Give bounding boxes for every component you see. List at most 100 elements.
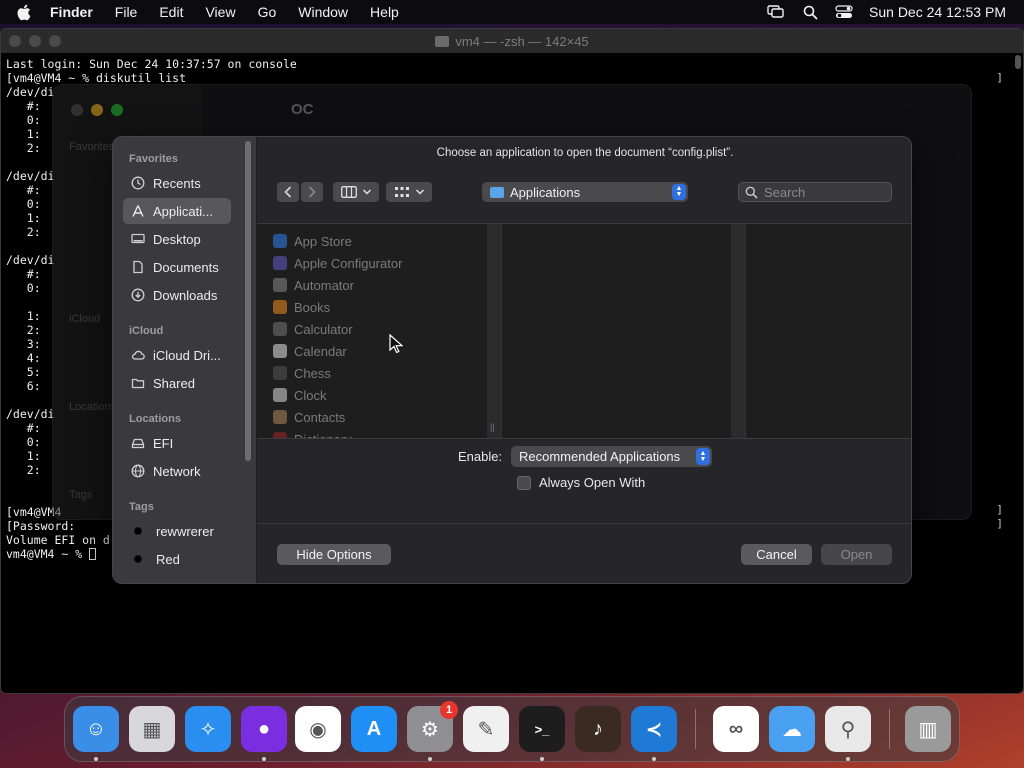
app-list-item[interactable]: Calculator (273, 318, 353, 340)
chevron-down-icon (415, 189, 424, 195)
finder-sidebar-section: iCloud (69, 313, 101, 325)
app-store-icon[interactable]: A (351, 706, 397, 752)
spotlight-search-icon[interactable] (801, 4, 819, 20)
menu-view[interactable]: View (205, 4, 235, 20)
sidebar-item-tag[interactable]: rewwrerer (123, 518, 231, 544)
app-list-item[interactable]: Automator (273, 274, 354, 296)
cancel-button[interactable]: Cancel (741, 544, 812, 565)
app-icon (273, 366, 287, 380)
group-by-button[interactable] (386, 182, 432, 202)
firefox-icon[interactable]: ● (241, 706, 287, 752)
zoom-button[interactable] (111, 104, 123, 116)
column-view-button[interactable] (333, 182, 379, 202)
menu-app-name[interactable]: Finder (50, 4, 93, 20)
enable-popup[interactable]: Recommended Applications ▲ ▼ (511, 446, 712, 467)
sidebar-item-recents[interactable]: Recents (123, 170, 231, 196)
always-open-with-checkbox[interactable]: Always Open With (517, 475, 645, 490)
sidebar-item-documents[interactable]: Documents (123, 254, 231, 280)
garageband-icon[interactable]: ♪ (575, 706, 621, 752)
app-list-item[interactable]: Books (273, 296, 330, 318)
column-divider (501, 224, 502, 438)
hide-options-button[interactable]: Hide Options (277, 544, 391, 565)
menu-window[interactable]: Window (298, 4, 348, 20)
weather-icon[interactable]: ☁ (769, 706, 815, 752)
finder-icon[interactable]: ☺ (73, 706, 119, 752)
zoom-button[interactable] (49, 35, 61, 47)
trash-icon[interactable]: ▥ (905, 706, 951, 752)
close-button[interactable] (9, 35, 21, 47)
column-resize-handle-icon[interactable]: || (490, 422, 495, 432)
app-list-item[interactable]: Calendar (273, 340, 347, 362)
terminal-title: vm4 — -zsh — 142×45 (455, 33, 589, 49)
textedit-icon[interactable]: ✎ (463, 706, 509, 752)
app-list-item[interactable]: Apple Configurator (273, 252, 402, 274)
screen-mirroring-icon[interactable] (767, 4, 785, 20)
apple-menu-icon[interactable] (16, 0, 36, 24)
sidebar-item-efi[interactable]: EFI (123, 430, 231, 456)
close-button[interactable] (71, 104, 83, 116)
visual-studio-icon[interactable]: ∞ (713, 706, 759, 752)
app-list-item[interactable]: Contacts (273, 406, 345, 428)
terminal-scrollbar[interactable] (1015, 55, 1021, 69)
popup-stepper-icon: ▲ ▼ (672, 184, 686, 200)
chrome-icon[interactable]: ◉ (295, 706, 341, 752)
sidebar-item-tag[interactable]: Red (123, 546, 231, 572)
menu-go[interactable]: Go (258, 4, 277, 20)
chevron-down-icon (362, 189, 371, 195)
back-button[interactable] (277, 182, 299, 202)
sidebar-item-network[interactable]: Network (123, 458, 231, 484)
minimize-button[interactable] (29, 35, 41, 47)
running-indicator (262, 757, 266, 761)
sidebar-section-favorites: Favorites (129, 153, 178, 165)
menu-clock[interactable]: Sun Dec 24 12:53 PM (869, 4, 1006, 20)
app-list-item[interactable]: Clock (273, 384, 327, 406)
always-open-label: Always Open With (539, 475, 646, 490)
app-list-item[interactable]: App Store (273, 230, 352, 252)
running-indicator (846, 757, 850, 761)
sidebar-item-shared[interactable]: Shared (123, 370, 231, 396)
location-popup[interactable]: Applications ▲ ▼ (482, 182, 688, 202)
launchpad-icon[interactable]: ▦ (129, 706, 175, 752)
popup-stepper-icon: ▲ ▼ (696, 448, 710, 465)
app-icon (273, 256, 287, 270)
drive-icon (131, 436, 145, 450)
dialog-prompt: Choose an application to open the docume… (436, 147, 734, 159)
app-icon (273, 300, 287, 314)
enable-value: Recommended Applications (519, 449, 681, 464)
search-field[interactable]: Search (738, 182, 892, 202)
cloud-icon (131, 348, 145, 362)
menu-help[interactable]: Help (370, 4, 399, 20)
open-button[interactable]: Open (821, 544, 892, 565)
finder-sidebar-section: Tags (69, 489, 93, 501)
sidebar-section-tags: Tags (129, 501, 154, 513)
forward-button[interactable] (301, 182, 323, 202)
system-information-icon[interactable]: ⚲ (825, 706, 871, 752)
sidebar-item-desktop[interactable]: Desktop (123, 226, 231, 252)
folder-icon (490, 186, 504, 198)
footer-separator (257, 523, 911, 524)
terminal-line: [vm4@VM4 ~ % diskutil list (6, 71, 187, 85)
sidebar-scrollbar[interactable] (245, 141, 251, 461)
terminal-cursor (89, 548, 97, 560)
system-settings-icon[interactable]: ⚙ 1 (407, 701, 458, 752)
menu-edit[interactable]: Edit (159, 4, 183, 20)
control-center-icon[interactable] (835, 4, 853, 20)
column-resize-strip[interactable] (487, 224, 501, 438)
minimize-button[interactable] (91, 104, 103, 116)
app-icon (273, 410, 287, 424)
vscode-icon[interactable]: ≺ (631, 706, 677, 752)
checkbox-box[interactable] (517, 475, 531, 490)
app-list-item[interactable]: Dictionary (273, 428, 352, 438)
menu-file[interactable]: File (115, 4, 138, 20)
safari-icon[interactable]: ✧ (185, 706, 231, 752)
enable-label: Enable: (458, 449, 503, 464)
file-browser[interactable]: App Store Apple Configurator Automator Book… (257, 223, 911, 439)
app-list-item[interactable]: Chess (273, 362, 331, 384)
running-indicator (428, 757, 432, 761)
sidebar-item-applications[interactable]: Applicati... (123, 198, 231, 224)
column-resize-strip[interactable] (731, 224, 745, 438)
sidebar-item-downloads[interactable]: Downloads (123, 282, 231, 308)
terminal-icon[interactable]: >_ (519, 706, 565, 752)
sidebar-item-icloud-drive[interactable]: iCloud Dri... (123, 342, 231, 368)
globe-icon (131, 464, 145, 478)
